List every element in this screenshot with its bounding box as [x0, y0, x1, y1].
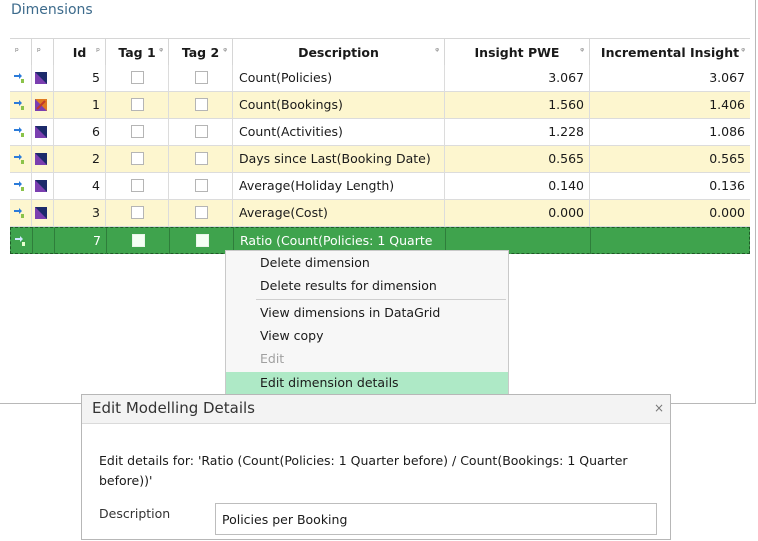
- tag1-checkbox[interactable]: [131, 152, 144, 165]
- header-icon2[interactable]: ᵖ: [32, 39, 54, 66]
- cell-id: 2: [54, 146, 106, 172]
- cell-description: Count(Policies): [233, 65, 445, 91]
- menu-item-view-copy[interactable]: View copy: [226, 325, 508, 347]
- pin-icon[interactable]: ᵖ: [15, 39, 19, 66]
- table-row[interactable]: 2 Days since Last(Booking Date) 0.565 0.…: [10, 146, 750, 173]
- dimension-link-icon: [14, 181, 24, 191]
- description-label: Description: [99, 506, 171, 521]
- edit-modelling-details-dialog: Edit Modelling Details × Edit details fo…: [81, 394, 671, 540]
- dimension-type-icon: [35, 153, 47, 165]
- header-insight-pwe[interactable]: Insight PWE ᵠ: [445, 39, 590, 66]
- tag1-checkbox[interactable]: [131, 206, 144, 219]
- panel-title: Dimensions: [11, 2, 93, 18]
- tag2-checkbox[interactable]: [194, 152, 208, 165]
- dimension-type-icon: [35, 126, 47, 138]
- dimension-type-icon: [35, 180, 47, 192]
- context-menu: Delete dimension Delete results for dime…: [225, 250, 509, 396]
- dimension-type-icon: [35, 207, 47, 219]
- cell-insight-pwe: 1.560: [445, 92, 590, 118]
- dimension-type-icon: [35, 72, 47, 84]
- cell-description: Average(Holiday Length): [233, 173, 445, 199]
- dialog-header: Edit Modelling Details ×: [82, 395, 670, 424]
- menu-separator: [256, 299, 506, 300]
- dimension-link-icon: [15, 236, 25, 246]
- menu-item-delete-results[interactable]: Delete results for dimension: [226, 275, 508, 297]
- tag2-checkbox[interactable]: [194, 179, 208, 192]
- filter-icon[interactable]: ᵠ: [580, 39, 584, 66]
- cell-id: 5: [54, 65, 106, 91]
- menu-item-view-datagrid[interactable]: View dimensions in DataGrid: [226, 302, 508, 324]
- dimension-link-icon: [14, 100, 24, 110]
- filter-icon[interactable]: ᵠ: [741, 39, 745, 66]
- grid-header: ᵖ ᵖ Id ᵖ Tag 1ᵠ Tag 2ᵠ Description ᵠ Insig…: [10, 38, 750, 66]
- cell-incremental-insight: 0.000: [709, 205, 745, 220]
- cell-insight-pwe: 0.140: [445, 173, 590, 199]
- cell-insight-pwe: 3.067: [445, 65, 590, 91]
- pin-icon[interactable]: ᵖ: [96, 39, 100, 66]
- cell-insight-pwe: 1.228: [445, 119, 590, 145]
- header-tag1[interactable]: Tag 1ᵠ: [106, 39, 169, 66]
- dimension-link-icon: [14, 73, 24, 83]
- cell-insight-pwe: 0.565: [445, 146, 590, 172]
- description-input[interactable]: [215, 503, 657, 535]
- filter-icon[interactable]: ᵠ: [435, 39, 439, 66]
- close-icon[interactable]: ×: [654, 401, 664, 415]
- header-id[interactable]: Id ᵖ: [54, 39, 106, 66]
- tag2-checkbox[interactable]: [194, 125, 208, 138]
- menu-item-edit: Edit: [260, 351, 285, 366]
- menu-item-edit-dimension-details[interactable]: Edit dimension details: [226, 372, 508, 394]
- cell-insight-pwe: 0.000: [445, 200, 590, 226]
- dimension-link-icon: [14, 208, 24, 218]
- tag1-checkbox[interactable]: [131, 71, 144, 84]
- header-icon1[interactable]: ᵖ: [10, 39, 32, 66]
- cell-incremental-insight: 3.067: [709, 70, 745, 85]
- tag1-checkbox[interactable]: [131, 179, 144, 192]
- dimension-type-icon: [35, 99, 47, 111]
- tag1-checkbox[interactable]: [132, 234, 145, 247]
- tag2-checkbox[interactable]: [195, 234, 209, 247]
- cell-id: 6: [54, 119, 106, 145]
- cell-incremental-insight: [591, 228, 751, 254]
- header-incremental-insight[interactable]: Incremental Insight ᵠ: [590, 39, 750, 66]
- cell-id: 3: [54, 200, 106, 226]
- cell-incremental-insight: 1.086: [709, 124, 745, 139]
- tag2-checkbox[interactable]: [194, 71, 208, 84]
- tag2-checkbox[interactable]: [194, 206, 208, 219]
- dialog-title: Edit Modelling Details: [92, 399, 255, 417]
- cell-incremental-insight: 0.565: [709, 151, 745, 166]
- menu-item-delete-dimension[interactable]: Delete dimension: [226, 252, 508, 274]
- cell-description: Average(Cost): [233, 200, 445, 226]
- table-row[interactable]: 1 Count(Bookings) 1.560 1.406: [10, 92, 750, 119]
- cell-id: 4: [54, 173, 106, 199]
- table-row[interactable]: 5 Count(Policies) 3.067 3.067: [10, 65, 750, 92]
- tag1-checkbox[interactable]: [131, 125, 144, 138]
- filter-icon[interactable]: ᵠ: [223, 39, 227, 66]
- dimension-link-icon: [14, 154, 24, 164]
- table-row[interactable]: 4 Average(Holiday Length) 0.140 0.136: [10, 173, 750, 200]
- table-row[interactable]: 6 Count(Activities) 1.228 1.086: [10, 119, 750, 146]
- tag1-checkbox[interactable]: [131, 98, 144, 111]
- dimension-link-icon: [14, 127, 24, 137]
- pin-icon[interactable]: ᵖ: [37, 39, 41, 66]
- table-row[interactable]: 3 Average(Cost) 0.000 0.000: [10, 200, 750, 227]
- filter-icon[interactable]: ᵠ: [159, 39, 163, 66]
- cell-incremental-insight: 0.136: [709, 178, 745, 193]
- cell-description: Days since Last(Booking Date): [233, 146, 445, 172]
- cell-incremental-insight: 1.406: [709, 97, 745, 112]
- header-tag2[interactable]: Tag 2ᵠ: [169, 39, 233, 66]
- cell-id: 1: [54, 92, 106, 118]
- cell-description: Count(Activities): [233, 119, 445, 145]
- dialog-message: Edit details for: 'Ratio (Count(Policies…: [99, 453, 628, 488]
- cell-description: Count(Bookings): [233, 92, 445, 118]
- cell-id: 7: [55, 228, 107, 254]
- header-description[interactable]: Description ᵠ: [233, 39, 445, 66]
- tag2-checkbox[interactable]: [194, 98, 208, 111]
